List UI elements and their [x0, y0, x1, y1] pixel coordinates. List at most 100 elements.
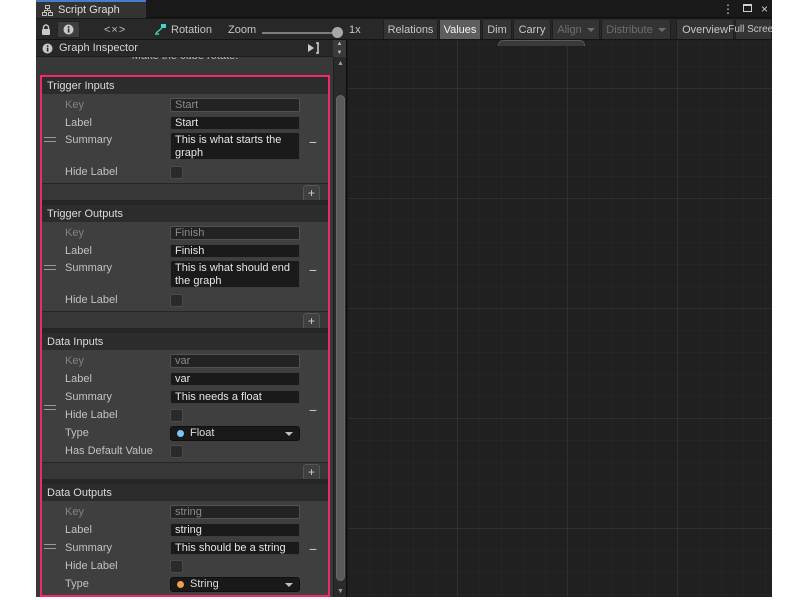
label-row: Label Start [42, 114, 328, 132]
label-field[interactable]: string [170, 523, 300, 537]
summary-field[interactable]: This needs a float [170, 390, 300, 404]
graph-node-partial[interactable] [498, 40, 585, 46]
overview-button[interactable]: Overview [676, 20, 734, 39]
section-data-outputs: Data Outputs Key string Label string Sum… [42, 484, 328, 595]
drag-handle-icon[interactable] [44, 137, 56, 142]
key-field: Finish [170, 226, 300, 240]
graph-canvas[interactable] [348, 40, 772, 597]
type-dropdown[interactable]: Float [170, 426, 300, 441]
key-row: Key Finish [42, 224, 328, 242]
script-graph-window: Script Graph ⋮ × <×> [36, 0, 772, 597]
graph-inspector-panel: Make the cube rotate. Graph Inspector Tr… [36, 40, 347, 597]
summary-field[interactable]: This should be a string [170, 541, 300, 555]
summary-row: Summary This should be a string [42, 539, 328, 557]
panel-title: Graph Inspector [59, 42, 138, 54]
zoom-slider-thumb[interactable] [332, 27, 343, 38]
add-item-button[interactable]: + [303, 313, 320, 328]
summary-field[interactable]: This is what should end the graph [170, 260, 300, 288]
rotation-breadcrumb[interactable]: Rotation [154, 19, 212, 40]
hide-label-checkbox[interactable] [170, 166, 183, 179]
hide-label-row: Hide Label [42, 291, 328, 309]
carry-button[interactable]: Carry [513, 20, 551, 39]
float-type-icon [177, 430, 184, 437]
scroll-down-icon[interactable]: ▼ [334, 588, 347, 595]
label-field[interactable]: Start [170, 116, 300, 130]
info-toggle-button[interactable] [57, 21, 80, 38]
close-icon[interactable]: × [761, 0, 768, 18]
hide-label-checkbox[interactable] [170, 409, 183, 422]
inspector-scrollbar[interactable]: ▲▼ ▲ ▼ [333, 40, 346, 597]
zoom-slider[interactable] [262, 32, 342, 34]
info-icon [63, 24, 74, 35]
maximize-icon[interactable] [743, 3, 752, 15]
add-item-button[interactable]: + [303, 464, 320, 479]
remove-item-button[interactable]: − [305, 134, 321, 150]
remove-item-button[interactable]: − [305, 262, 321, 278]
label-row: Label string [42, 521, 328, 539]
label-row: Label var [42, 370, 328, 388]
scroll-up-icon[interactable]: ▲ [334, 60, 347, 67]
relations-button[interactable]: Relations [383, 20, 438, 39]
chevron-down-icon [285, 432, 293, 436]
align-dropdown[interactable]: Align [552, 20, 600, 39]
type-dropdown[interactable]: String [170, 577, 300, 592]
highlight-rectangle: Trigger Inputs Key Start Label Start Sum… [40, 75, 330, 597]
key-field: string [170, 505, 300, 519]
hide-label-row: Hide Label [42, 163, 328, 181]
section-header[interactable]: Trigger Outputs [42, 205, 328, 222]
has-default-checkbox[interactable] [170, 445, 183, 458]
graph-inspector-header: Graph Inspector [36, 40, 334, 57]
section-data-inputs: Data Inputs Key var Label var Summary Th… [42, 333, 328, 479]
summary-row: Summary This is what should end the grap… [42, 260, 328, 291]
key-row: Key var [42, 352, 328, 370]
type-row: Type String [42, 575, 328, 593]
drag-handle-icon[interactable] [44, 405, 56, 410]
dock-pin-icon[interactable] [307, 42, 320, 54]
section-header[interactable]: Data Inputs [42, 333, 328, 350]
label-field[interactable]: var [170, 372, 300, 386]
distribute-dropdown[interactable]: Distribute [601, 20, 671, 39]
panel-spinner[interactable]: ▲▼ [333, 40, 346, 57]
drag-handle-icon[interactable] [44, 544, 56, 549]
chevron-down-icon [658, 28, 666, 32]
drag-handle-icon[interactable] [44, 265, 56, 270]
add-item-button[interactable]: + [303, 185, 320, 200]
values-button[interactable]: Values [439, 20, 481, 39]
graph-node-icon [154, 24, 166, 35]
key-field: var [170, 354, 300, 368]
dim-button[interactable]: Dim [482, 20, 512, 39]
label-field[interactable]: Finish [170, 244, 300, 258]
window-menu-icon[interactable]: ⋮ [722, 0, 734, 18]
string-type-icon [177, 581, 184, 588]
lock-icon[interactable] [41, 19, 51, 40]
summary-row: Summary This is what starts the graph [42, 132, 328, 163]
chevron-down-icon [285, 583, 293, 587]
key-row: Key Start [42, 96, 328, 114]
summary-row: Summary This needs a float [42, 388, 328, 406]
summary-field[interactable]: This is what starts the graph [170, 132, 300, 160]
full-screen-button[interactable]: Full Screen [735, 20, 772, 39]
zoom-value: 1x [349, 19, 361, 40]
info-icon [42, 43, 53, 54]
scrollbar-thumb[interactable] [336, 95, 345, 581]
tab-bar: Script Graph ⋮ × [36, 0, 772, 18]
zoom-label: Zoom [228, 19, 256, 40]
hide-label-checkbox[interactable] [170, 560, 183, 573]
remove-item-button[interactable]: − [305, 402, 321, 418]
label-row: Label Finish [42, 242, 328, 260]
script-graph-icon [42, 5, 53, 16]
remove-item-button[interactable]: − [305, 541, 321, 557]
tab-script-graph[interactable]: Script Graph [36, 0, 146, 18]
hide-label-row: Hide Label [42, 557, 328, 575]
section-trigger-inputs: Trigger Inputs Key Start Label Start Sum… [42, 77, 328, 200]
hide-label-checkbox[interactable] [170, 294, 183, 307]
key-field: Start [170, 98, 300, 112]
chevron-down-icon [587, 28, 595, 32]
section-header[interactable]: Data Outputs [42, 484, 328, 501]
hide-label-row: Hide Label [42, 406, 328, 424]
has-default-row: Has Default Value [42, 442, 328, 460]
key-row: Key string [42, 503, 328, 521]
section-header[interactable]: Trigger Inputs [42, 77, 328, 94]
toolbar: <×> Rotation Zoom 1x Relations Values Di… [36, 19, 772, 40]
code-icon[interactable]: <×> [104, 19, 126, 40]
